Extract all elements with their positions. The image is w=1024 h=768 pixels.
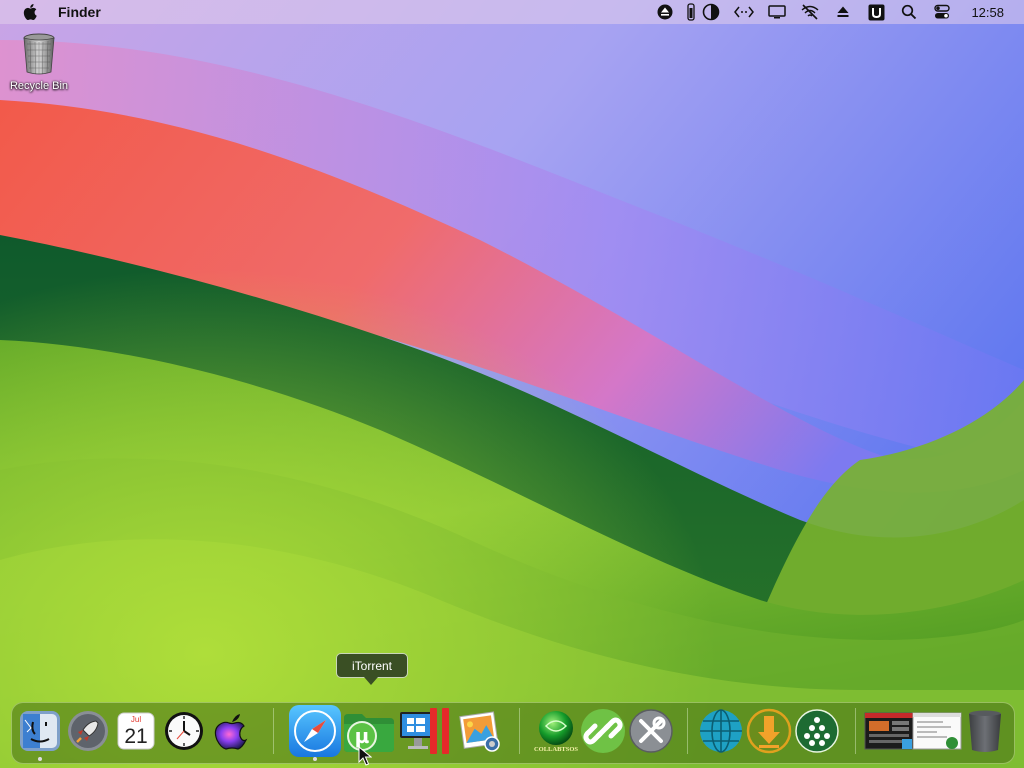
download-arrow-icon <box>746 708 792 754</box>
utility-icon[interactable] <box>865 0 887 24</box>
dock-siri[interactable] <box>208 706 256 756</box>
dock-window-thumbnail-2[interactable] <box>912 706 962 756</box>
dock-safari[interactable] <box>288 705 342 757</box>
dock-tooltip: iTorrent <box>336 653 408 678</box>
eject-icon[interactable] <box>654 0 676 24</box>
display-icon[interactable] <box>766 0 788 24</box>
apple-menu-icon[interactable] <box>20 2 40 22</box>
dock-dots-app[interactable] <box>793 706 841 756</box>
code-icon[interactable] <box>733 0 755 24</box>
dock-trash[interactable] <box>961 706 1009 756</box>
dock-clock[interactable] <box>160 706 208 756</box>
dock-window-thumbnail-1[interactable] <box>864 706 914 756</box>
menu-bar: Finder 12:58 <box>0 0 1024 24</box>
browser-window-thumbnail <box>864 712 914 750</box>
dock-downloader[interactable] <box>745 706 793 756</box>
dock-preview[interactable] <box>456 706 504 756</box>
calendar-day: 21 <box>124 725 147 748</box>
clock-icon <box>165 712 203 750</box>
recycle-bin-desktop-icon[interactable]: Recycle Bin <box>6 32 72 92</box>
finder-running-indicator <box>38 757 42 761</box>
chain-link-icon <box>581 709 625 753</box>
dock-launchpad[interactable] <box>64 706 112 756</box>
svg-text:µ: µ <box>355 724 370 748</box>
search-icon[interactable] <box>898 0 920 24</box>
desktop-wallpaper <box>0 0 1024 768</box>
dock-system-tools[interactable] <box>627 706 675 756</box>
safari-compass-icon <box>289 705 341 757</box>
trash-can-icon <box>23 33 55 75</box>
active-app-name[interactable]: Finder <box>58 4 101 20</box>
dots-cluster-icon <box>795 709 839 753</box>
siri-icon <box>214 714 248 750</box>
dock-collabtsos[interactable]: COLLABTSOS <box>532 706 580 756</box>
contrast-icon[interactable] <box>700 0 722 24</box>
dock-calendar[interactable]: Jul 21 <box>112 706 160 756</box>
trash-icon <box>969 710 1001 752</box>
dock-parallels[interactable] <box>398 706 454 756</box>
battery-icon[interactable] <box>686 0 696 24</box>
recycle-bin-label: Recycle Bin <box>9 80 69 92</box>
wifi-off-icon[interactable] <box>799 0 821 24</box>
preview-photos-icon <box>459 711 500 752</box>
finder-icon <box>20 711 60 751</box>
dock-tooltip-arrow <box>364 677 378 685</box>
calendar-icon: Jul 21 <box>117 712 155 750</box>
rocket-icon <box>68 711 108 751</box>
calendar-month: Jul <box>131 715 141 724</box>
dock-globe[interactable] <box>697 706 745 756</box>
globe-icon <box>700 709 742 753</box>
dock-finder[interactable] <box>16 706 64 756</box>
parallels-icon <box>400 708 449 754</box>
wrench-screwdriver-icon <box>629 709 673 753</box>
collab-label: COLLABTSOS <box>534 746 578 753</box>
collabtsos-icon: COLLABTSOS <box>534 711 578 753</box>
document-window-thumbnail <box>912 712 962 750</box>
dock-separator <box>519 708 520 754</box>
dock-separator <box>687 708 688 754</box>
mouse-pointer-icon <box>358 746 372 766</box>
safari-running-indicator <box>313 757 317 761</box>
dock-separator <box>855 708 856 754</box>
dock-link[interactable] <box>579 706 627 756</box>
control-center-icon[interactable] <box>931 0 953 24</box>
dock-separator <box>273 708 274 754</box>
menubar-clock[interactable]: 12:58 <box>971 5 1004 20</box>
eject-icon[interactable] <box>832 0 854 24</box>
